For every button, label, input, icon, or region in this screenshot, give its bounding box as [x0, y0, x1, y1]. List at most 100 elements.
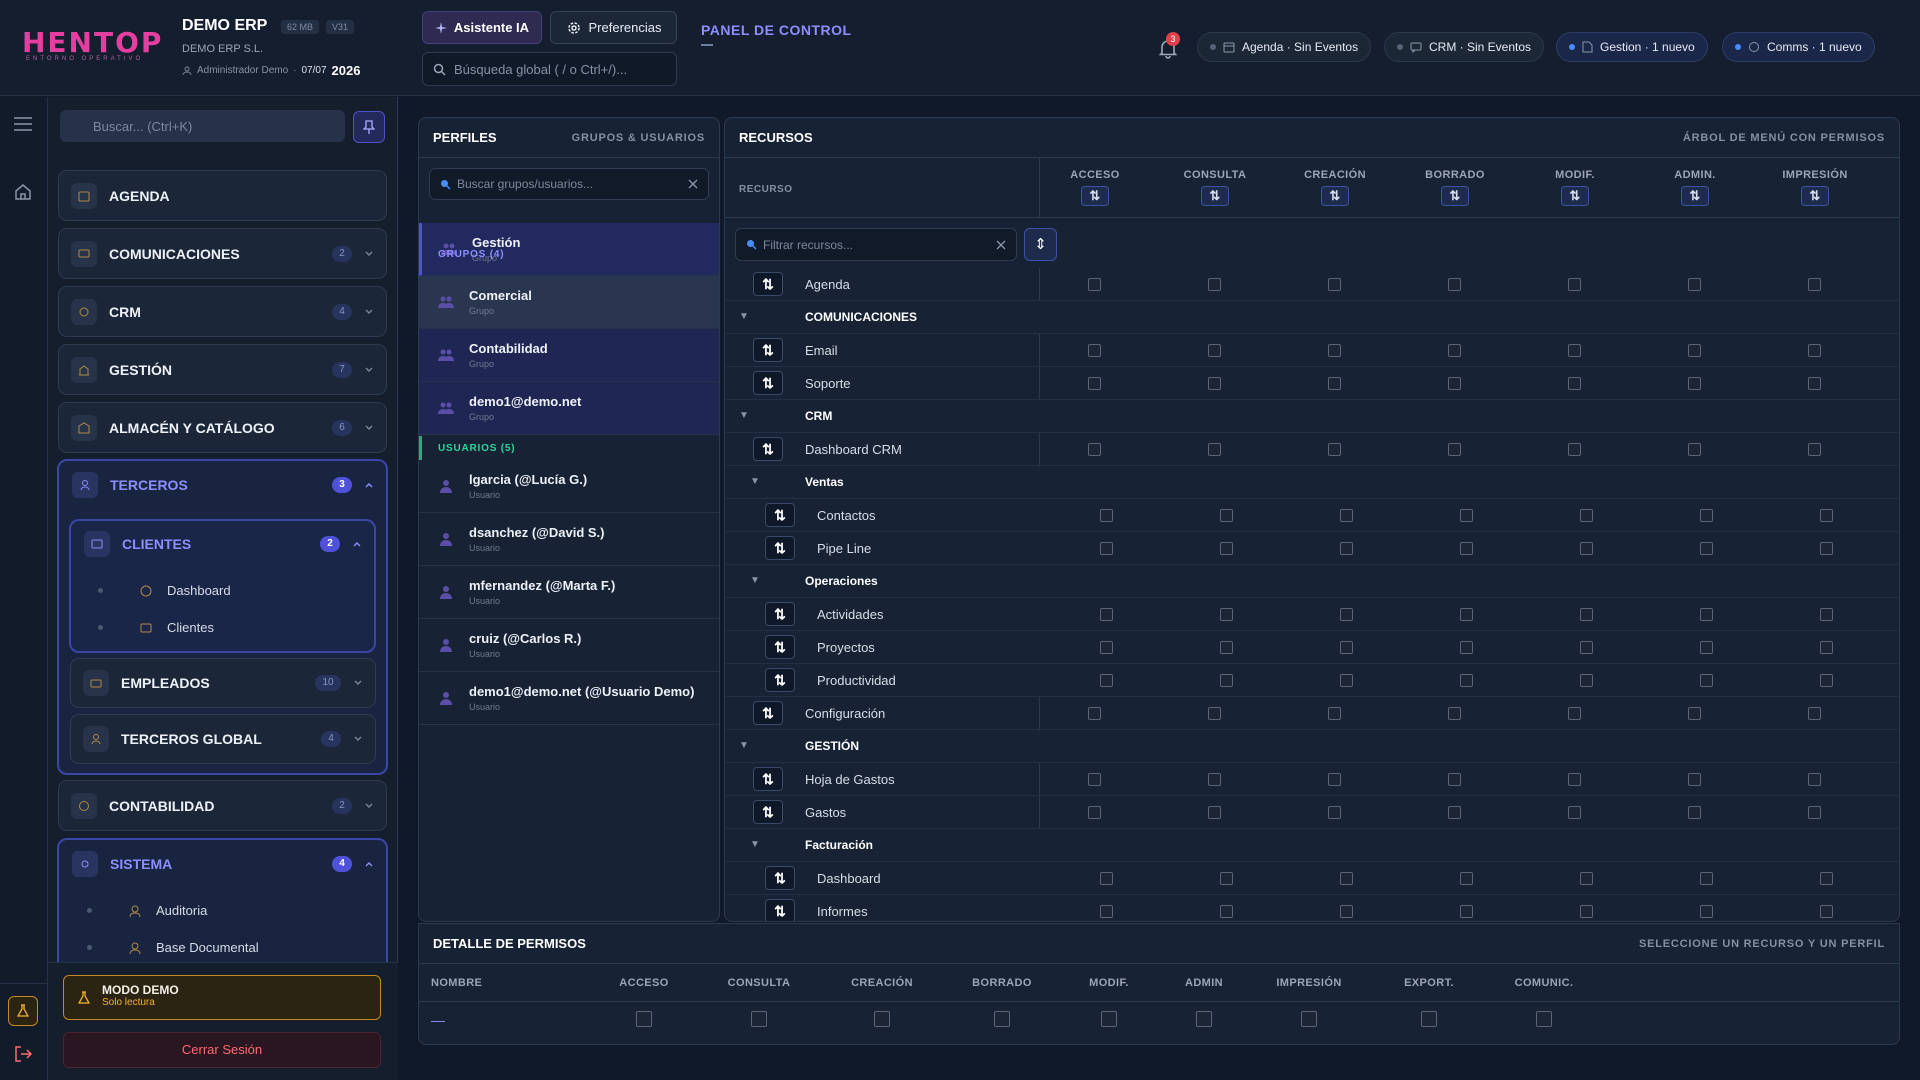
permission-checkbox[interactable] [1088, 707, 1101, 720]
detalle-checkbox[interactable] [751, 1011, 767, 1027]
sidebar-item-terceros[interactable]: TERCEROS 3 [60, 463, 386, 507]
demo-mode-button[interactable] [8, 996, 38, 1026]
caret-down-icon[interactable]: ▼ [739, 740, 749, 751]
detalle-checkbox[interactable] [1101, 1011, 1117, 1027]
permission-checkbox[interactable] [1220, 872, 1233, 885]
sidebar-item-empleados[interactable]: EMPLEADOS 10 [70, 658, 376, 708]
toggle-row-button[interactable]: ⇅ [765, 536, 795, 560]
permission-checkbox[interactable] [1580, 641, 1593, 654]
permission-checkbox[interactable] [1208, 278, 1221, 291]
resource-group-row[interactable]: ▼ Ventas [725, 466, 1899, 499]
toggle-column-button[interactable]: ⇅ [1081, 186, 1109, 206]
resource-row[interactable]: ⇅ Dashboard CRM [725, 433, 1899, 466]
permission-checkbox[interactable] [1820, 641, 1833, 654]
resource-row[interactable]: ⇅ Dashboard [725, 862, 1899, 895]
permission-checkbox[interactable] [1808, 773, 1821, 786]
permission-checkbox[interactable] [1208, 806, 1221, 819]
toggle-row-button[interactable]: ⇅ [753, 767, 783, 791]
sidebar-item-terceros-global[interactable]: TERCEROS GLOBAL 4 [70, 714, 376, 764]
permission-checkbox[interactable] [1460, 674, 1473, 687]
resource-row[interactable]: ⇅ Informes [725, 895, 1899, 921]
sidebar-item-contabilidad[interactable]: CONTABILIDAD 2 [58, 780, 387, 831]
group-row[interactable]: Contabilidad Grupo [419, 329, 719, 382]
permission-checkbox[interactable] [1460, 905, 1473, 918]
permission-checkbox[interactable] [1808, 377, 1821, 390]
permission-checkbox[interactable] [1808, 344, 1821, 357]
sidebar-leaf-auditoria[interactable]: Auditoria [87, 903, 207, 918]
permission-checkbox[interactable] [1340, 542, 1353, 555]
user-row[interactable]: mfernandez (@Marta F.) Usuario [419, 566, 719, 619]
permission-checkbox[interactable] [1688, 278, 1701, 291]
perfiles-search-input[interactable]: Buscar grupos/usuarios... [429, 168, 709, 200]
user-row[interactable]: lgarcia (@Lucía G.) Usuario [419, 460, 719, 513]
permission-checkbox[interactable] [1460, 641, 1473, 654]
sidebar-item-sistema[interactable]: SISTEMA 4 [60, 842, 386, 886]
toggle-row-button[interactable]: ⇅ [753, 437, 783, 461]
permission-checkbox[interactable] [1220, 608, 1233, 621]
toggle-row-button[interactable]: ⇅ [765, 635, 795, 659]
toggle-row-button[interactable]: ⇅ [765, 602, 795, 626]
resource-row[interactable]: ⇅ Pipe Line [725, 532, 1899, 565]
permission-checkbox[interactable] [1460, 608, 1473, 621]
global-search-input[interactable]: Búsqueda global ( / o Ctrl+/)... [422, 52, 677, 86]
resource-row[interactable]: ⇅ Proyectos [725, 631, 1899, 664]
toggle-column-button[interactable]: ⇅ [1201, 186, 1229, 206]
resource-row[interactable]: ⇅ Hoja de Gastos [725, 763, 1899, 796]
detalle-checkbox[interactable] [636, 1011, 652, 1027]
permission-checkbox[interactable] [1340, 674, 1353, 687]
permission-checkbox[interactable] [1808, 443, 1821, 456]
logout-icon[interactable] [14, 1045, 32, 1063]
permission-checkbox[interactable] [1088, 278, 1101, 291]
toggle-row-button[interactable]: ⇅ [753, 338, 783, 362]
permission-checkbox[interactable] [1580, 509, 1593, 522]
permission-checkbox[interactable] [1328, 773, 1341, 786]
resource-row[interactable]: ⇅ Configuración [725, 697, 1899, 730]
resource-row[interactable]: ⇅ Soporte [725, 367, 1899, 400]
permission-checkbox[interactable] [1568, 707, 1581, 720]
permission-checkbox[interactable] [1448, 377, 1461, 390]
detalle-checkbox[interactable] [874, 1011, 890, 1027]
permission-checkbox[interactable] [1088, 443, 1101, 456]
permission-checkbox[interactable] [1328, 443, 1341, 456]
permission-checkbox[interactable] [1100, 509, 1113, 522]
permission-checkbox[interactable] [1580, 542, 1593, 555]
resource-row[interactable]: ⇅ Agenda [725, 268, 1899, 301]
permission-checkbox[interactable] [1568, 278, 1581, 291]
permission-checkbox[interactable] [1448, 773, 1461, 786]
agenda-status-pill[interactable]: Agenda · Sin Eventos [1197, 32, 1372, 62]
permission-checkbox[interactable] [1580, 674, 1593, 687]
caret-down-icon[interactable]: ▼ [739, 410, 749, 421]
permission-checkbox[interactable] [1700, 641, 1713, 654]
resource-row[interactable]: ⇅ Gastos [725, 796, 1899, 829]
permission-checkbox[interactable] [1460, 542, 1473, 555]
crm-status-pill[interactable]: CRM · Sin Eventos [1384, 32, 1545, 62]
permission-checkbox[interactable] [1220, 641, 1233, 654]
toggle-row-button[interactable]: ⇅ [753, 800, 783, 824]
ai-assistant-button[interactable]: Asistente IA [422, 11, 542, 44]
permission-checkbox[interactable] [1208, 707, 1221, 720]
gestion-status-pill[interactable]: Gestion · 1 nuevo [1556, 32, 1708, 62]
permission-checkbox[interactable] [1100, 905, 1113, 918]
group-row[interactable]: demo1@demo.net Grupo [419, 382, 719, 435]
permission-checkbox[interactable] [1340, 608, 1353, 621]
permission-checkbox[interactable] [1580, 608, 1593, 621]
home-icon[interactable] [14, 183, 32, 201]
resource-row[interactable]: ⇅ Email [725, 334, 1899, 367]
toggle-column-button[interactable]: ⇅ [1441, 186, 1469, 206]
toggle-column-button[interactable]: ⇅ [1321, 186, 1349, 206]
sidebar-leaf-dashboard[interactable]: Dashboard [98, 583, 231, 598]
detalle-checkbox[interactable] [1301, 1011, 1317, 1027]
toggle-row-button[interactable]: ⇅ [753, 701, 783, 725]
permission-checkbox[interactable] [1328, 806, 1341, 819]
clear-icon[interactable] [996, 240, 1006, 250]
permission-checkbox[interactable] [1448, 806, 1461, 819]
permission-checkbox[interactable] [1460, 509, 1473, 522]
detalle-checkbox[interactable] [1536, 1011, 1552, 1027]
detalle-checkbox[interactable] [1421, 1011, 1437, 1027]
permission-checkbox[interactable] [1568, 377, 1581, 390]
resource-group-row[interactable]: ▼ COMUNICACIONES [725, 301, 1899, 334]
resource-row[interactable]: ⇅ Contactos [725, 499, 1899, 532]
permission-checkbox[interactable] [1820, 542, 1833, 555]
caret-down-icon[interactable]: ▼ [739, 311, 749, 322]
sidebar-search-input[interactable]: Buscar... (Ctrl+K) [60, 110, 345, 142]
